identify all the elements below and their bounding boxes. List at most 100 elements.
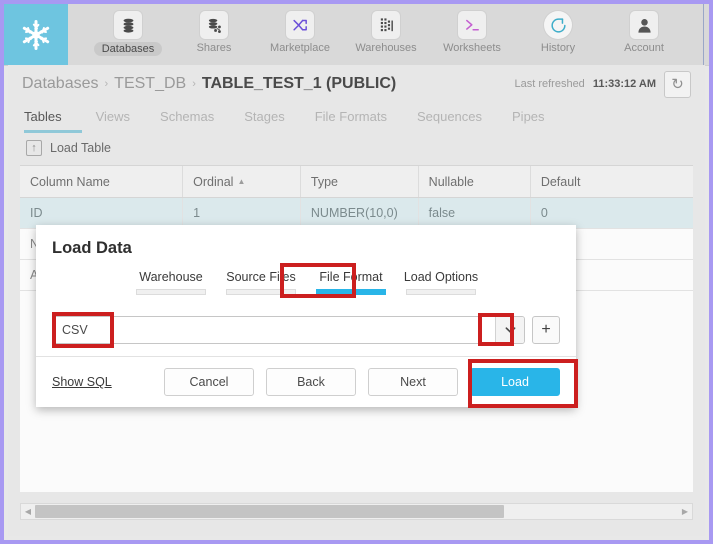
- refresh-icon[interactable]: ↻: [664, 70, 691, 98]
- load-button[interactable]: Load: [470, 368, 560, 396]
- dialog-title: Load Data: [52, 239, 132, 257]
- header-text: Column Name: [30, 174, 110, 189]
- column-header-ordinal[interactable]: Ordinal ▲: [182, 166, 301, 198]
- nav-item-shares[interactable]: Shares: [176, 4, 252, 54]
- next-button[interactable]: Next: [368, 368, 458, 396]
- last-refreshed-label: Last refreshed: [514, 78, 585, 90]
- header-text: Ordinal: [193, 174, 234, 189]
- header-text: Type: [310, 174, 339, 189]
- wizard-step-bar: [136, 289, 206, 295]
- snowflake-logo[interactable]: [4, 4, 68, 65]
- cell-type: NUMBER(10,0): [300, 197, 419, 229]
- cell-column-name: ID: [20, 197, 184, 229]
- header-text: Nullable: [428, 174, 474, 189]
- nav-item-account[interactable]: Account: [606, 4, 682, 54]
- scrollbar-thumb[interactable]: [35, 505, 505, 518]
- header-text: Default: [540, 174, 581, 189]
- horizontal-scrollbar[interactable]: ◀ ▶: [20, 503, 693, 520]
- scrollbar-track[interactable]: [35, 505, 678, 518]
- object-type-tabs: Tables Views Schemas Stages File Formats…: [8, 103, 705, 133]
- wizard-step-label: File Format: [319, 270, 383, 284]
- cancel-button[interactable]: Cancel: [164, 368, 254, 396]
- cell-default: 0: [530, 197, 693, 229]
- breadcrumb-item-current-table: TABLE_TEST_1 (PUBLIC): [201, 75, 397, 92]
- last-refreshed-group: Last refreshed 11:33:12 AM ↻: [514, 70, 691, 98]
- warehouse-icon: [372, 11, 400, 39]
- history-icon: [544, 11, 572, 39]
- wizard-step-source-files[interactable]: Source Files: [216, 270, 306, 295]
- plus-icon[interactable]: +: [532, 316, 560, 344]
- wizard-step-file-format[interactable]: File Format: [306, 270, 396, 295]
- tab-sequences[interactable]: Sequences: [417, 109, 498, 133]
- column-header-nullable[interactable]: Nullable: [418, 166, 531, 198]
- dialog-footer: Show SQL Cancel Back Next Load: [36, 357, 576, 407]
- nav-item-warehouses[interactable]: Warehouses: [348, 4, 424, 54]
- database-icon: [114, 11, 142, 39]
- nav-item-history[interactable]: History: [520, 4, 596, 54]
- nav-item-databases[interactable]: Databases: [90, 4, 166, 56]
- snowflake-icon: [22, 19, 50, 50]
- wizard-step-tabs: Warehouse Source Files File Format Load …: [36, 270, 576, 295]
- table-row[interactable]: ID 1 NUMBER(10,0) false 0: [20, 197, 693, 229]
- show-sql-link[interactable]: Show SQL: [52, 375, 112, 389]
- breadcrumb-bar: Databases › TEST_DB › TABLE_TEST_1 (PUBL…: [8, 65, 705, 103]
- file-format-row: CSV +: [52, 313, 560, 347]
- terminal-icon: [458, 11, 486, 39]
- file-format-value: CSV: [62, 323, 88, 337]
- nav-label-history: History: [540, 42, 576, 54]
- top-navigation-bar: Databases Shares Marketplace Warehouses …: [4, 4, 709, 66]
- column-header-default[interactable]: Default: [530, 166, 693, 198]
- breadcrumb-separator: ›: [192, 78, 196, 90]
- tab-schemas[interactable]: Schemas: [160, 109, 230, 133]
- wizard-step-bar: [406, 289, 476, 295]
- tab-pipes[interactable]: Pipes: [512, 109, 561, 133]
- shuffle-icon: [286, 11, 314, 39]
- back-button[interactable]: Back: [266, 368, 356, 396]
- tab-file-formats[interactable]: File Formats: [315, 109, 403, 133]
- tab-stages[interactable]: Stages: [244, 109, 300, 133]
- nav-item-worksheets[interactable]: Worksheets: [434, 4, 510, 54]
- table-toolbar: ↑ Load Table: [8, 133, 705, 163]
- sort-ascending-icon: ▲: [237, 176, 246, 186]
- user-icon: [630, 11, 658, 39]
- breadcrumb-item-test-db[interactable]: TEST_DB: [114, 75, 186, 93]
- chevron-down-icon[interactable]: [495, 317, 524, 343]
- breadcrumb-separator: ›: [104, 78, 109, 90]
- table-header-row: Column Name Ordinal ▲ Type Nullable Defau…: [20, 166, 693, 198]
- nav-item-list: Databases Shares Marketplace Warehouses …: [68, 4, 703, 65]
- nav-label-worksheets: Worksheets: [443, 42, 501, 54]
- load-table-icon: ↑: [26, 140, 42, 156]
- wizard-step-bar: [316, 289, 386, 295]
- refresh-glyph: ↻: [671, 75, 684, 93]
- nav-label-databases: Databases: [93, 42, 163, 56]
- dialog-button-group: Cancel Back Next Load: [164, 368, 560, 396]
- wizard-step-bar: [226, 289, 296, 295]
- scroll-left-arrow-icon[interactable]: ◀: [21, 504, 35, 519]
- wizard-step-label: Load Options: [403, 270, 479, 284]
- wizard-step-load-options[interactable]: Load Options: [396, 270, 486, 295]
- load-data-dialog: Load Data Warehouse Source Files File Fo…: [36, 225, 576, 407]
- load-table-button[interactable]: Load Table: [50, 141, 111, 155]
- share-icon: [200, 11, 228, 39]
- breadcrumb-item-databases[interactable]: Databases: [22, 75, 99, 93]
- nav-label-shares: Shares: [196, 42, 232, 54]
- nav-label-marketplace: Marketplace: [270, 42, 330, 54]
- breadcrumb: Databases › TEST_DB › TABLE_TEST_1 (PUBL…: [22, 75, 396, 93]
- wizard-step-warehouse[interactable]: Warehouse: [126, 270, 216, 295]
- nav-label-warehouses: Warehouses: [355, 42, 417, 54]
- file-format-select[interactable]: CSV: [52, 316, 525, 344]
- wizard-step-label: Warehouse: [139, 270, 203, 284]
- tab-tables[interactable]: Tables: [24, 109, 82, 133]
- cell-nullable: false: [418, 197, 531, 229]
- tab-views[interactable]: Views: [96, 109, 146, 133]
- scroll-right-arrow-icon[interactable]: ▶: [678, 504, 692, 519]
- load-table-arrow-glyph: ↑: [31, 142, 37, 154]
- column-header-type[interactable]: Type: [300, 166, 419, 198]
- wizard-step-label: Source Files: [226, 270, 296, 284]
- app-window: Databases Shares Marketplace Warehouses …: [0, 0, 713, 544]
- nav-right-section: Partner Conne: [703, 4, 709, 65]
- nav-item-marketplace[interactable]: Marketplace: [262, 4, 338, 54]
- column-header-column-name[interactable]: Column Name: [20, 166, 184, 198]
- last-refreshed-time: 11:33:12 AM: [592, 78, 656, 90]
- nav-label-account: Account: [624, 42, 664, 54]
